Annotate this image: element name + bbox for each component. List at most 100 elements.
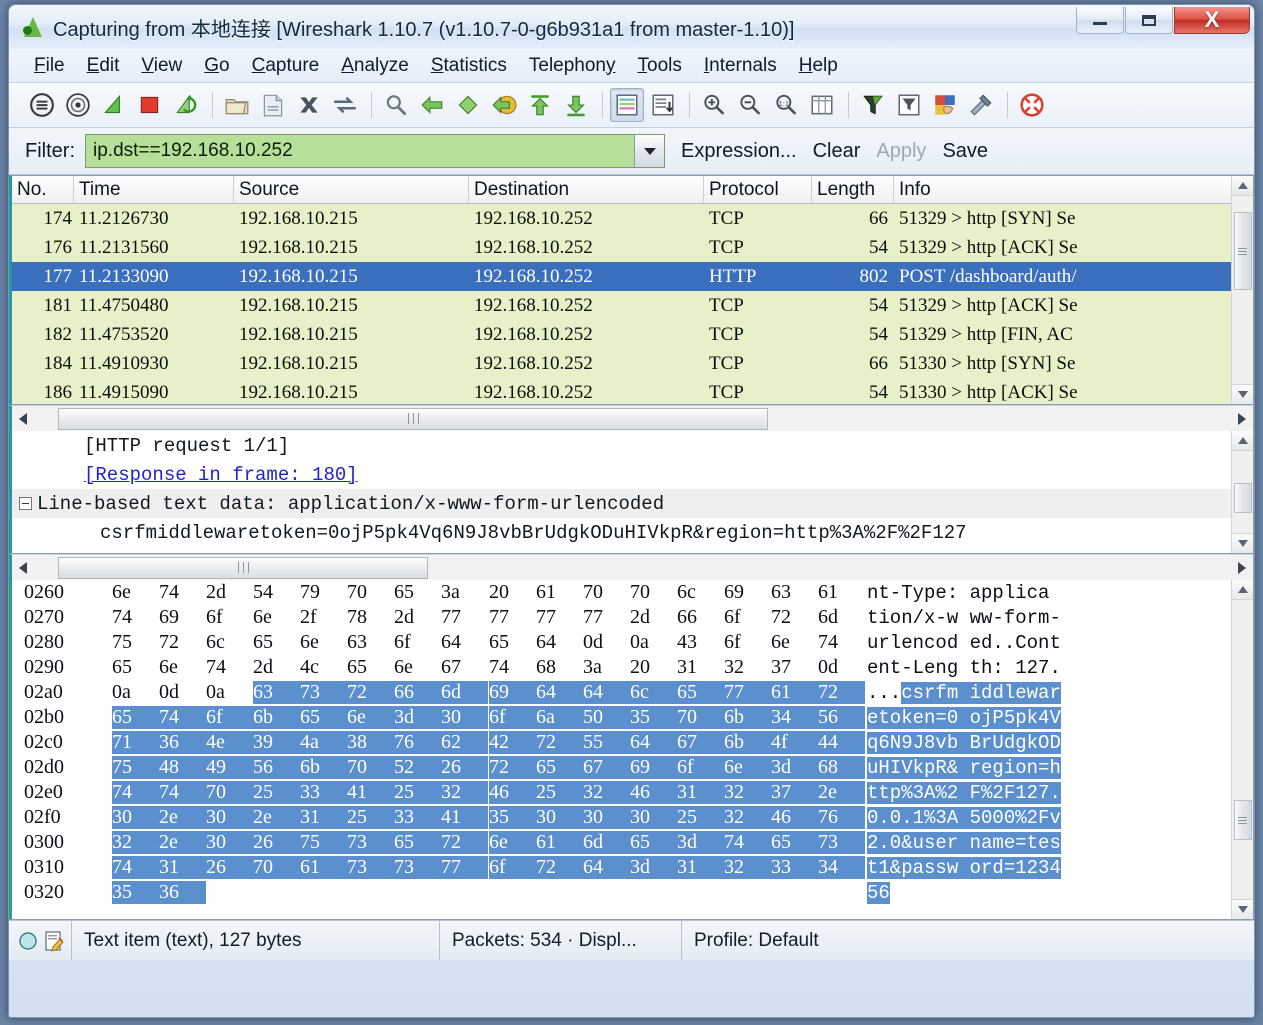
hex-row[interactable]: 02b0 65 74 6f 6b 65 6e 3d 30 6f 6a 50 35 70 6b 34 56 etok… — [12, 705, 1253, 730]
hex-row[interactable]: 0310 74 31 26 70 61 73 73 77 6f 72 64 3d 31 32 33 34 t1&p… — [12, 855, 1253, 880]
filter-expression-button[interactable]: Expression... — [681, 140, 797, 163]
scroll-up-button[interactable] — [1231, 176, 1253, 196]
scroll-down-button[interactable] — [1231, 899, 1253, 919]
scroll-thumb[interactable] — [1233, 800, 1252, 840]
menu-telephony[interactable]: Telephony — [518, 53, 627, 79]
maximize-button[interactable] — [1125, 7, 1173, 34]
packet-list-horizontal-scrollbar[interactable] — [9, 405, 1254, 431]
scroll-thumb[interactable] — [1233, 212, 1252, 290]
menu-statistics[interactable]: Statistics — [420, 53, 518, 79]
packet-list-vertical-scrollbar[interactable] — [1231, 176, 1253, 404]
table-row[interactable]: 174 11.2126730 192.168.10.215 192.168.10… — [12, 204, 1253, 233]
detail-line-link[interactable]: [Response in frame: 180] — [12, 460, 1253, 489]
help-button[interactable] — [1015, 88, 1049, 122]
table-row[interactable]: 186 11.4915090 192.168.10.215 192.168.10… — [12, 378, 1253, 404]
stop-capture-button[interactable] — [133, 88, 167, 122]
close-file-button[interactable] — [292, 88, 326, 122]
go-first-packet-button[interactable] — [523, 88, 557, 122]
column-header-info[interactable]: Info — [894, 176, 1253, 203]
table-row-selected[interactable]: 177 11.2133090 192.168.10.215 192.168.10… — [12, 262, 1253, 291]
hscroll-thumb[interactable] — [58, 556, 428, 579]
scroll-left-button[interactable] — [12, 556, 34, 580]
menu-help[interactable]: Help — [788, 53, 849, 79]
table-row[interactable]: 176 11.2131560 192.168.10.215 192.168.10… — [12, 233, 1253, 262]
hex-row[interactable]: 0320 35 36 56 — [12, 880, 1253, 905]
detail-line-text[interactable]: [Response in frame: 180] — [84, 464, 358, 486]
resize-columns-button[interactable] — [805, 88, 839, 122]
hex-vertical-scrollbar[interactable] — [1231, 580, 1253, 919]
display-filters-button[interactable] — [892, 88, 926, 122]
hscroll-track[interactable] — [34, 407, 1231, 431]
hex-row[interactable]: 0290 65 6e 74 2d 4c 65 6e 67 74 68 3a 20 31 32 37 0d ent-… — [12, 655, 1253, 680]
filter-clear-button[interactable]: Clear — [813, 140, 861, 163]
column-header-no[interactable]: No. — [12, 176, 74, 203]
capture-filters-button[interactable] — [856, 88, 890, 122]
filter-box[interactable] — [85, 134, 665, 168]
menu-tools[interactable]: Tools — [627, 53, 693, 79]
detail-line-expandable[interactable]: Line-based text data: application/x-www-… — [12, 489, 1253, 518]
go-last-packet-button[interactable] — [559, 88, 593, 122]
go-to-packet-button[interactable] — [487, 88, 521, 122]
packet-list-pane[interactable]: No. Time Source Destination Protocol Len… — [9, 175, 1254, 405]
auto-scroll-button[interactable] — [646, 88, 680, 122]
column-header-destination[interactable]: Destination — [469, 176, 704, 203]
collapse-expander-icon[interactable] — [19, 497, 32, 510]
restart-capture-button[interactable] — [169, 88, 203, 122]
zoom-in-button[interactable] — [697, 88, 731, 122]
hex-row[interactable]: 0260 6e 74 2d 54 79 70 65 3a 20 61 70 70 6c 69 63 61 nt-T… — [12, 580, 1253, 605]
menu-capture[interactable]: Capture — [241, 53, 331, 79]
list-interfaces-button[interactable] — [25, 88, 59, 122]
detail-line[interactable]: csrfmiddlewaretoken=0ojP5pk4Vq6N9J8vbBrU… — [12, 518, 1253, 547]
capture-file-properties-icon[interactable] — [44, 930, 64, 952]
scroll-up-button[interactable] — [1231, 431, 1253, 451]
reload-button[interactable] — [328, 88, 362, 122]
menu-edit[interactable]: Edit — [76, 53, 131, 79]
filter-input[interactable] — [86, 134, 634, 168]
find-packet-button[interactable] — [379, 88, 413, 122]
menu-analyze[interactable]: Analyze — [330, 53, 420, 79]
hex-row[interactable]: 02c0 71 36 4e 39 4a 38 76 62 42 72 55 64 67 6b 4f 44 q6N9… — [12, 730, 1253, 755]
menu-internals[interactable]: Internals — [693, 53, 788, 79]
scroll-up-button[interactable] — [1231, 580, 1253, 600]
scroll-right-button[interactable] — [1231, 556, 1253, 580]
table-row[interactable]: 184 11.4910930 192.168.10.215 192.168.10… — [12, 349, 1253, 378]
hscroll-track[interactable] — [34, 556, 1231, 580]
scroll-thumb[interactable] — [1233, 483, 1252, 513]
packet-detail-pane[interactable]: [HTTP request 1/1] [Response in frame: 1… — [9, 431, 1254, 554]
column-header-time[interactable]: Time — [74, 176, 234, 203]
detail-vertical-scrollbar[interactable] — [1231, 431, 1253, 553]
go-forward-button[interactable] — [451, 88, 485, 122]
hex-row[interactable]: 02d0 75 48 49 56 6b 70 52 26 72 65 67 69 6f 6e 3d 68 uHIV… — [12, 755, 1253, 780]
hex-row[interactable]: 02f0 30 2e 30 2e 31 25 33 41 35 30 30 30 25 32 46 76 0.0.… — [12, 805, 1253, 830]
filter-dropdown-button[interactable] — [634, 135, 664, 167]
coloring-rules-button[interactable] — [928, 88, 962, 122]
hex-row[interactable]: 0280 75 72 6c 65 6e 63 6f 64 65 64 0d 0a 43 6f 6e 74 urle… — [12, 630, 1253, 655]
zoom-normal-button[interactable]: 1:1 — [769, 88, 803, 122]
minimize-button[interactable] — [1076, 7, 1124, 34]
hex-row[interactable]: 0270 74 69 6f 6e 2f 78 2d 77 77 77 77 2d 66 6f 72 6d tion… — [12, 605, 1253, 630]
table-row[interactable]: 182 11.4753520 192.168.10.215 192.168.10… — [12, 320, 1253, 349]
table-row[interactable]: 181 11.4750480 192.168.10.215 192.168.10… — [12, 291, 1253, 320]
hex-row[interactable]: 02e0 74 74 70 25 33 41 25 32 46 25 32 46 31 32 37 2e ttp%… — [12, 780, 1253, 805]
detail-line[interactable]: [HTTP request 1/1] — [12, 431, 1253, 460]
go-back-button[interactable] — [415, 88, 449, 122]
filter-save-button[interactable]: Save — [942, 140, 988, 163]
filter-apply-button[interactable]: Apply — [876, 140, 926, 163]
close-button[interactable]: X — [1174, 7, 1250, 34]
start-capture-button[interactable] — [97, 88, 131, 122]
hex-row[interactable]: 02a0 0a 0d 0a 63 73 72 66 6d 69 64 64 6c 65 77 61 72... c… — [12, 680, 1253, 705]
preferences-button[interactable] — [964, 88, 998, 122]
detail-horizontal-scrollbar[interactable] — [9, 554, 1254, 580]
colorize-packets-button[interactable] — [610, 88, 644, 122]
column-header-protocol[interactable]: Protocol — [704, 176, 812, 203]
expert-info-icon[interactable] — [18, 931, 38, 951]
packet-bytes-pane[interactable]: 0260 6e 74 2d 54 79 70 65 3a 20 61 70 70 6c 69 63 61 nt-T… — [9, 580, 1254, 920]
column-header-length[interactable]: Length — [812, 176, 894, 203]
capture-options-button[interactable] — [61, 88, 95, 122]
scroll-right-button[interactable] — [1231, 407, 1253, 431]
open-file-button[interactable] — [220, 88, 254, 122]
scroll-down-button[interactable] — [1231, 384, 1253, 404]
hex-row[interactable]: 0300 32 2e 30 26 75 73 65 72 6e 61 6d 65 3d 74 65 73 2.0&… — [12, 830, 1253, 855]
scroll-down-button[interactable] — [1231, 533, 1253, 553]
hscroll-thumb[interactable] — [58, 407, 768, 430]
